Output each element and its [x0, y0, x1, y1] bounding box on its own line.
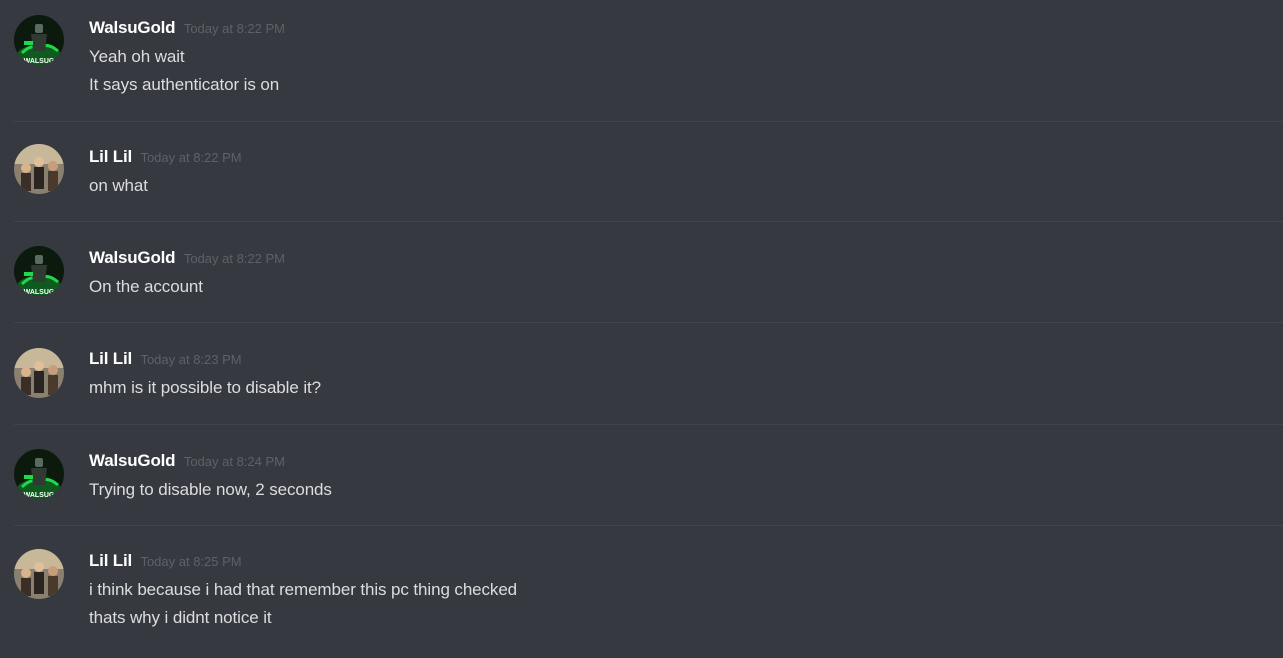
- lil-lil-avatar[interactable]: [14, 144, 64, 194]
- timestamp: Today at 8:22 PM: [183, 251, 285, 266]
- username[interactable]: Lil Lil: [89, 551, 132, 570]
- message-header: WalsuGold Today at 8:24 PM: [89, 451, 285, 471]
- timestamp: Today at 8:22 PM: [140, 150, 242, 165]
- chat-messages: WALSUG WalsuGold Today at 8:22 PM Yeah o…: [0, 0, 1283, 658]
- message-header: Lil Lil Today at 8:23 PM: [89, 349, 242, 369]
- message-header: WalsuGold Today at 8:22 PM: [89, 248, 285, 268]
- lil-lil-avatar[interactable]: [14, 348, 64, 398]
- message-header: WalsuGold Today at 8:22 PM: [89, 18, 285, 38]
- timestamp: Today at 8:23 PM: [140, 352, 242, 367]
- message-text: i think because i had that remember this…: [89, 580, 518, 599]
- walsugold-avatar[interactable]: WALSUG: [14, 449, 64, 499]
- message-group: Lil Lil Today at 8:25 PM i think because…: [0, 526, 1283, 658]
- timestamp: Today at 8:24 PM: [183, 454, 285, 469]
- message-group: WALSUG WalsuGold Today at 8:22 PM Yeah o…: [0, 0, 1283, 122]
- message-header: Lil Lil Today at 8:25 PM: [89, 551, 242, 571]
- walsugold-avatar[interactable]: WALSUG: [14, 246, 64, 296]
- username[interactable]: Lil Lil: [89, 147, 132, 166]
- username[interactable]: WalsuGold: [89, 248, 176, 267]
- avatar-logo-text: WALSUG: [24, 289, 55, 296]
- lil-lil-avatar[interactable]: [14, 549, 64, 599]
- message-text: thats why i didnt notice it: [89, 608, 272, 627]
- message-group: WALSUG WalsuGold Today at 8:22 PM On the…: [0, 222, 1283, 323]
- avatar-logo-text: WALSUG: [24, 492, 55, 499]
- message-text: mhm is it possible to disable it?: [89, 378, 321, 397]
- message-text: On the account: [89, 277, 203, 296]
- message-group: WALSUG WalsuGold Today at 8:24 PM Trying…: [0, 425, 1283, 526]
- timestamp: Today at 8:25 PM: [140, 554, 242, 569]
- username[interactable]: WalsuGold: [89, 18, 176, 37]
- timestamp: Today at 8:22 PM: [183, 21, 285, 36]
- username[interactable]: Lil Lil: [89, 349, 132, 368]
- avatar-logo-text: WALSUG: [24, 58, 55, 65]
- message-text: on what: [89, 176, 148, 195]
- message-text: It says authenticator is on: [89, 75, 280, 94]
- username[interactable]: WalsuGold: [89, 451, 176, 470]
- message-header: Lil Lil Today at 8:22 PM: [89, 147, 242, 167]
- walsugold-avatar[interactable]: WALSUG: [14, 15, 64, 65]
- message-text: Trying to disable now, 2 seconds: [89, 480, 332, 499]
- message-text: Yeah oh wait: [89, 47, 185, 66]
- message-group: Lil Lil Today at 8:22 PM on what: [0, 122, 1283, 222]
- message-group: Lil Lil Today at 8:23 PM mhm is it possi…: [0, 323, 1283, 425]
